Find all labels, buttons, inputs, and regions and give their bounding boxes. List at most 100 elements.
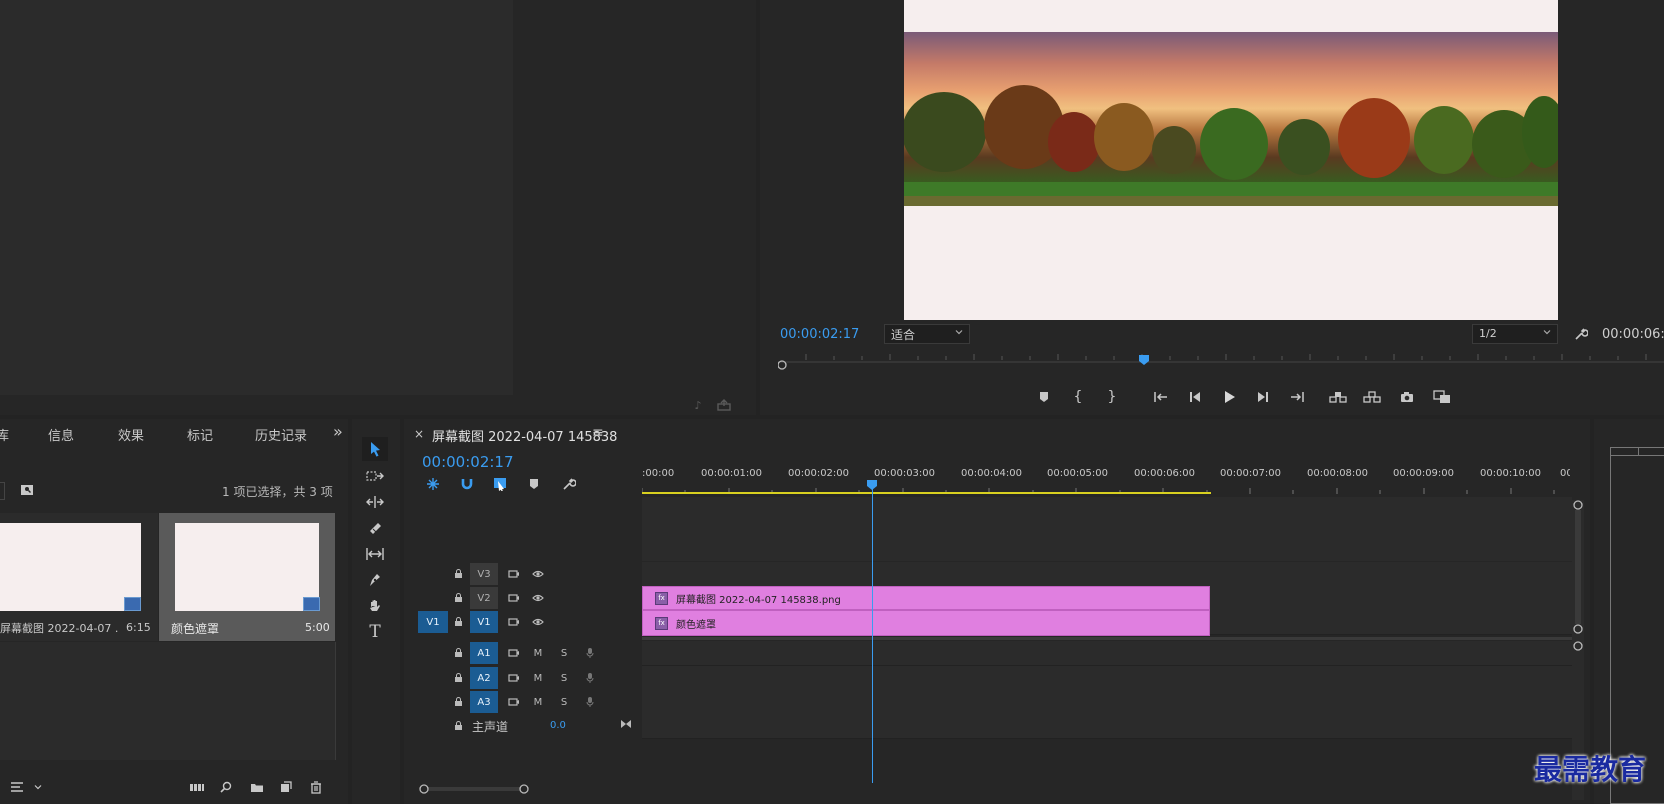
chevron-down-icon[interactable] <box>32 780 44 794</box>
hand-tool-icon[interactable] <box>362 595 388 617</box>
slip-tool-icon[interactable] <box>362 543 388 565</box>
eye-icon[interactable] <box>530 614 546 630</box>
project-item[interactable]: 屏幕截图 2022-04-07 ... 6:15 <box>0 513 158 641</box>
lock-icon[interactable] <box>450 566 466 582</box>
mute-button[interactable]: M <box>530 670 546 686</box>
play-icon[interactable] <box>1220 389 1238 405</box>
tab-library[interactable]: 库 <box>0 425 9 444</box>
track-target-v2[interactable]: V2 <box>470 587 498 609</box>
mark-out-icon[interactable]: } <box>1104 389 1120 405</box>
clip-screenshot[interactable]: fx 屏幕截图 2022-04-07 145838.png <box>642 586 1210 610</box>
work-area-bar[interactable] <box>642 492 1211 494</box>
pen-tool-icon[interactable] <box>362 569 388 591</box>
program-duration: 00:00:06: <box>1602 327 1664 342</box>
timeline-zoom-scrollbar[interactable] <box>418 782 530 796</box>
lock-icon[interactable] <box>450 590 466 606</box>
project-search-input[interactable] <box>0 482 5 500</box>
compare-view-icon[interactable] <box>1432 389 1452 405</box>
track-select-tool-icon[interactable] <box>362 465 388 487</box>
mute-button[interactable]: M <box>530 694 546 710</box>
close-sequence-icon[interactable]: × <box>414 427 424 441</box>
step-back-icon[interactable] <box>1186 389 1204 405</box>
sync-lock-icon[interactable] <box>506 590 522 606</box>
master-expand-icon[interactable] <box>618 716 634 732</box>
mark-in-icon[interactable]: { <box>1070 389 1086 405</box>
microphone-icon[interactable] <box>582 645 598 661</box>
track-target-a1[interactable]: A1 <box>470 642 498 664</box>
sync-lock-icon[interactable] <box>506 670 522 686</box>
lift-icon[interactable] <box>1328 389 1348 405</box>
export-icon[interactable] <box>716 398 732 412</box>
camera-icon[interactable] <box>1398 389 1416 405</box>
fit-select[interactable]: 适合 <box>884 324 970 344</box>
sync-lock-icon[interactable] <box>506 614 522 630</box>
solo-button[interactable]: S <box>556 645 572 661</box>
solo-button[interactable]: S <box>556 670 572 686</box>
type-tool-icon[interactable]: T <box>362 621 388 643</box>
step-forward-icon[interactable] <box>1254 389 1272 405</box>
program-timecode[interactable]: 00:00:02:17 <box>780 327 859 342</box>
solo-button[interactable]: S <box>556 694 572 710</box>
master-volume-value[interactable]: 0.0 <box>550 720 566 731</box>
add-marker-icon[interactable] <box>526 476 542 492</box>
automate-sequence-icon[interactable] <box>188 780 206 794</box>
lock-icon[interactable] <box>450 614 466 630</box>
clip-label: 屏幕截图 2022-04-07 145838.png <box>676 594 841 606</box>
trash-icon[interactable] <box>308 780 324 794</box>
lock-icon[interactable] <box>450 694 466 710</box>
track-target-a2[interactable]: A2 <box>470 667 498 689</box>
track-divider[interactable] <box>642 637 1572 640</box>
new-item-icon[interactable] <box>278 780 294 794</box>
lock-icon[interactable] <box>450 718 466 734</box>
wrench-icon[interactable] <box>1572 325 1590 343</box>
track-lane-v3 <box>642 562 1572 587</box>
eye-icon[interactable] <box>530 566 546 582</box>
source-patch-v1[interactable]: V1 <box>418 611 448 633</box>
tab-effects[interactable]: 效果 <box>118 425 144 444</box>
track-header-a2: A2 M S <box>406 666 642 690</box>
tab-markers[interactable]: 标记 <box>187 425 213 444</box>
track-target-v1[interactable]: V1 <box>470 611 498 633</box>
resolution-select[interactable]: 1/2 <box>1472 324 1558 344</box>
eye-icon[interactable] <box>530 590 546 606</box>
mute-button[interactable]: M <box>530 645 546 661</box>
new-bin-icon[interactable] <box>248 780 266 794</box>
sequence-tab[interactable]: 屏幕截图 2022-04-07 145838 <box>432 426 617 445</box>
program-playhead-marker[interactable] <box>1138 354 1150 366</box>
go-to-in-icon[interactable] <box>1152 389 1170 405</box>
resolution-select-value: 1/2 <box>1479 327 1497 340</box>
track-target-v3[interactable]: V3 <box>470 563 498 585</box>
tab-info[interactable]: 信息 <box>48 425 74 444</box>
playhead-line[interactable] <box>872 489 873 783</box>
wrench-icon[interactable] <box>560 476 578 492</box>
clip-color-matte[interactable]: fx 颜色遮罩 <box>642 610 1210 636</box>
linked-selection-icon[interactable] <box>492 476 510 492</box>
razor-tool-icon[interactable] <box>362 517 388 539</box>
lock-icon[interactable] <box>450 670 466 686</box>
extract-icon[interactable] <box>1362 389 1382 405</box>
go-to-out-icon[interactable] <box>1288 389 1306 405</box>
search-icon[interactable] <box>218 780 234 794</box>
microphone-icon[interactable] <box>582 694 598 710</box>
selection-tool-icon[interactable] <box>362 437 388 461</box>
insert-icon[interactable]: ♪ <box>690 398 706 412</box>
sync-lock-icon[interactable] <box>506 566 522 582</box>
track-target-a3[interactable]: A3 <box>470 691 498 713</box>
nest-sequence-icon[interactable] <box>424 476 442 492</box>
list-view-icon[interactable] <box>8 779 28 795</box>
find-bin-icon[interactable] <box>18 482 36 498</box>
ruler-tick-label: 00:00:04:00 <box>961 468 1023 479</box>
sync-lock-icon[interactable] <box>506 645 522 661</box>
sync-lock-icon[interactable] <box>506 694 522 710</box>
panel-menu-icon[interactable]: ≡ <box>592 425 604 441</box>
timeline-timecode[interactable]: 00:00:02:17 <box>422 453 514 471</box>
project-item[interactable]: 颜色遮罩 5:00 <box>159 513 335 641</box>
add-marker-icon[interactable] <box>1036 389 1052 405</box>
tab-history[interactable]: 历史记录 <box>255 425 307 444</box>
more-panels-icon[interactable]: » <box>333 422 343 441</box>
microphone-icon[interactable] <box>582 670 598 686</box>
program-mini-ruler[interactable] <box>778 350 1664 370</box>
lock-icon[interactable] <box>450 645 466 661</box>
snap-icon[interactable] <box>458 476 476 492</box>
ripple-edit-tool-icon[interactable] <box>362 491 388 513</box>
